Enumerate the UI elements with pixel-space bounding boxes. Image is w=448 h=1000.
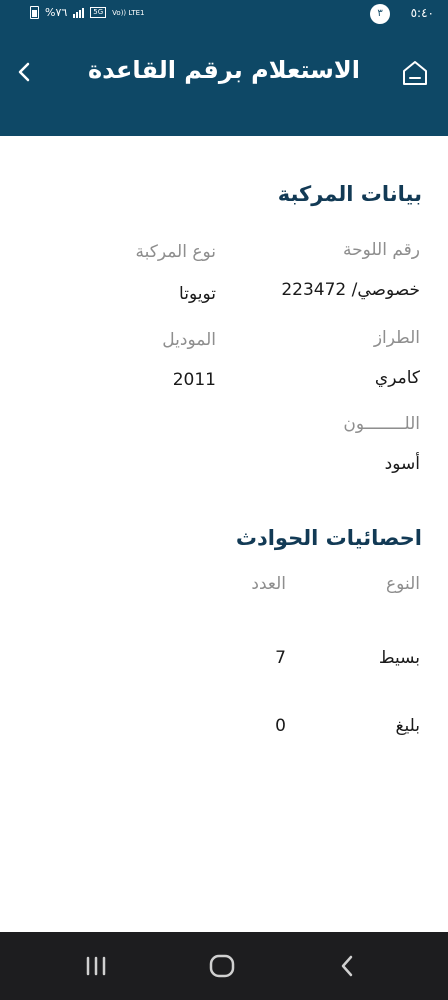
- volte-indicator: Vo)) LTE1: [112, 8, 145, 17]
- network-type: 5G: [90, 7, 107, 18]
- home-circle-icon[interactable]: [206, 950, 238, 982]
- accident-row-count: 7: [275, 648, 286, 668]
- vehicle-section-title: بيانات المركبة: [277, 182, 422, 206]
- app-bar: الاستعلام برقم القاعدة: [0, 28, 448, 136]
- notification-count-badge: ٣: [370, 4, 390, 24]
- color-value: أسود: [384, 454, 420, 474]
- status-time: ٥:٤٠: [410, 6, 434, 20]
- accident-type-header: النوع: [386, 574, 420, 594]
- back-chevron-icon[interactable]: [332, 950, 364, 982]
- color-label: اللــــــــون: [343, 414, 420, 434]
- model-name-value: كامري: [374, 368, 420, 388]
- system-nav-bar: [0, 932, 448, 1000]
- accident-row-type: بليغ: [395, 716, 420, 736]
- plate-label: رقم اللوحة: [343, 240, 420, 260]
- recent-apps-icon[interactable]: [80, 950, 112, 982]
- model-year-label: الموديل: [162, 330, 216, 350]
- accident-row-type: بسيط: [378, 648, 420, 668]
- home-icon[interactable]: [400, 58, 430, 88]
- page-title: الاستعلام برقم القاعدة: [88, 56, 360, 84]
- status-bar: %٧٦ 5G Vo)) LTE1 ٣ ٥:٤٠: [0, 0, 448, 28]
- signal-icon: [73, 7, 85, 18]
- accident-row-count: 0: [275, 716, 286, 736]
- model-year-value: 2011: [172, 370, 216, 390]
- plate-value: خصوصي/ 223472: [281, 280, 420, 300]
- battery-percent: %٧٦: [45, 6, 68, 19]
- vehicle-type-value: تويوتا: [179, 284, 216, 304]
- accident-count-header: العدد: [251, 574, 286, 594]
- battery-icon: [30, 6, 39, 19]
- model-name-label: الطراز: [373, 328, 420, 348]
- vehicle-type-label: نوع المركبة: [135, 242, 216, 262]
- status-left: %٧٦ 5G Vo)) LTE1: [30, 6, 144, 19]
- accidents-section-title: احصائيات الحوادث: [235, 526, 422, 550]
